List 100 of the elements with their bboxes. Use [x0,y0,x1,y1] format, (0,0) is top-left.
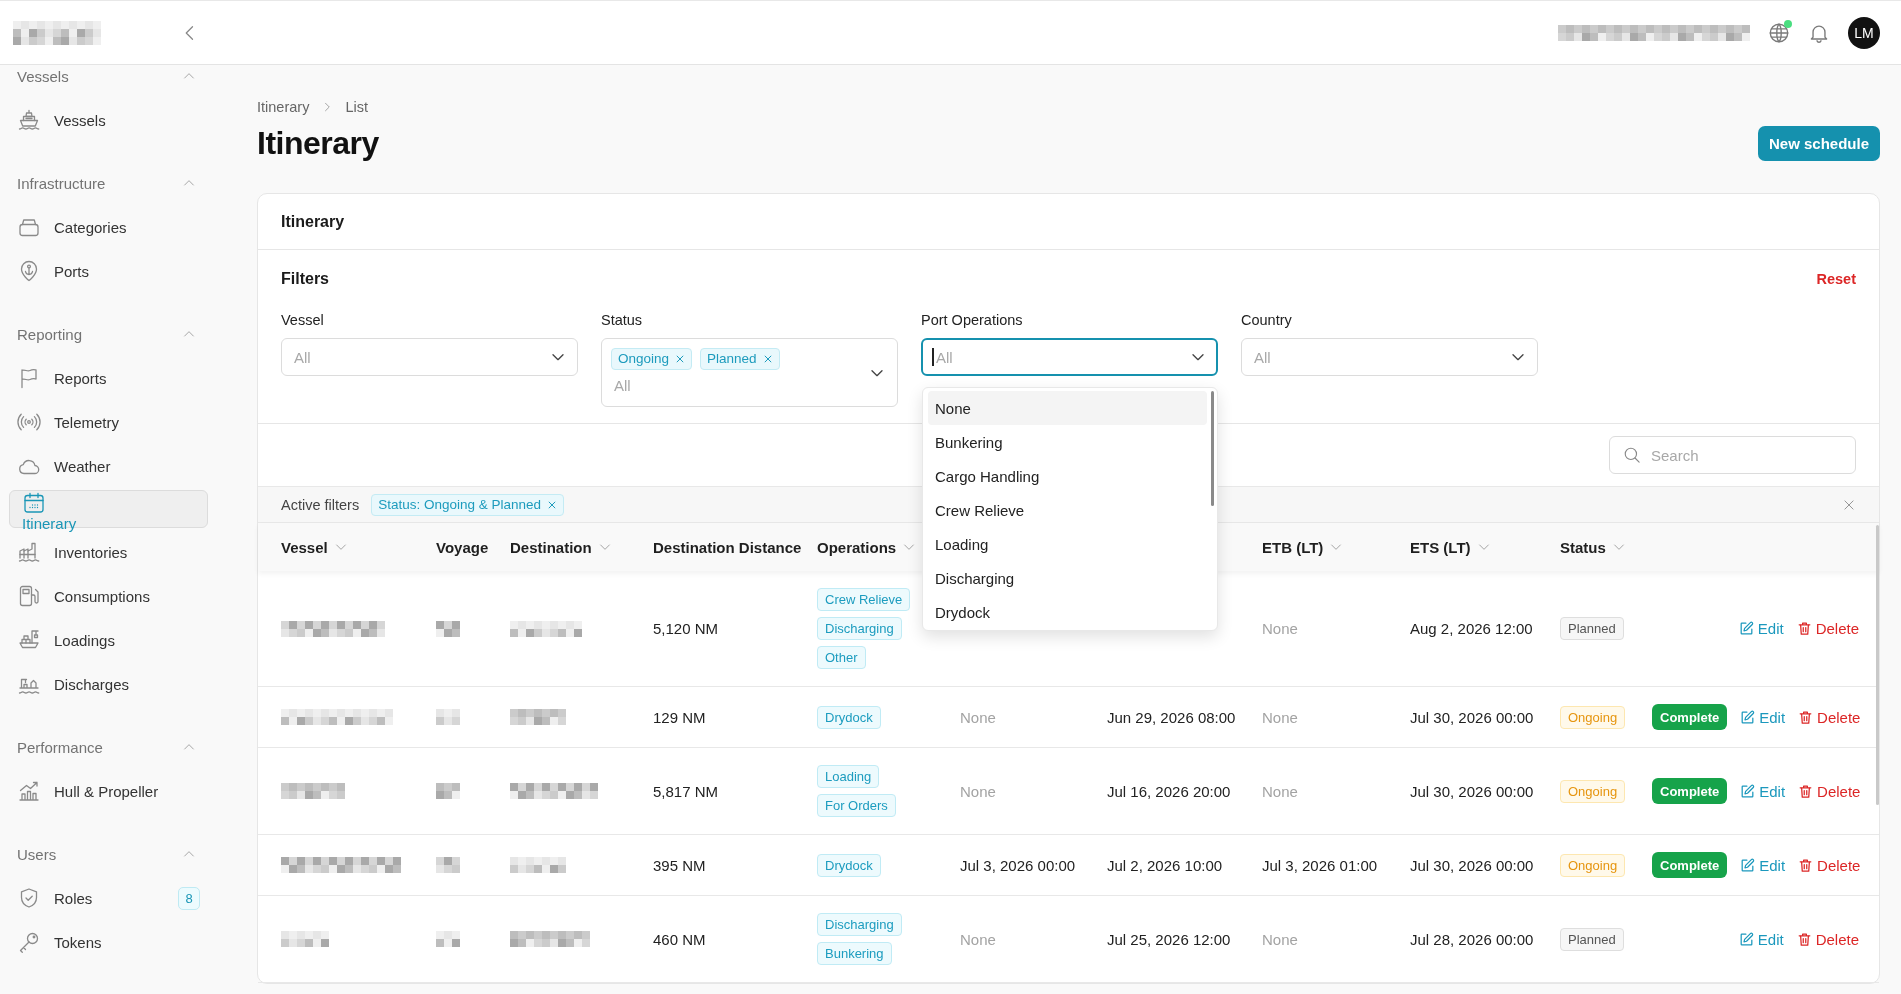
pixelated-placeholder [281,783,345,799]
dropdown-option[interactable]: Bunkering [928,425,1207,459]
table-cell-text: Jul 28, 2026 00:00 [1410,930,1535,948]
delete-button[interactable]: Delete [1796,930,1859,948]
sidebar-item[interactable]: Weather [9,446,208,486]
delete-button[interactable]: Delete [1798,856,1861,874]
table-cell-text: Jul 30, 2026 00:00 [1410,708,1535,726]
sidebar-item[interactable]: Inventories [9,532,208,572]
delete-button[interactable]: Delete [1798,708,1861,726]
sidebar-item[interactable]: Telemetry [9,402,208,442]
sidebar-item[interactable]: Vessels [9,100,208,140]
pixelated-placeholder [436,783,460,799]
item-count: 8 [178,886,200,910]
table-cell-text: 5,817 NM [653,782,720,800]
column-header: Voyage [436,538,489,556]
page-title: Itinerary [257,124,379,163]
pixelated-placeholder [436,709,460,725]
column-header[interactable]: Operations [817,538,917,556]
table-cell-text: Aug 2, 2026 12:00 [1410,620,1534,637]
column-header[interactable]: ETS (LT) [1410,538,1491,556]
user-avatar[interactable]: LM [1848,16,1880,49]
dropdown-option[interactable]: None [928,391,1207,425]
operation-tag: Other [817,646,866,669]
sidebar-section-title: Vessels [17,67,69,85]
trash-icon [1796,621,1812,636]
column-header[interactable]: Vessel [281,538,348,556]
operation-tag: Crew Relieve [817,588,911,611]
trash-icon [1796,931,1812,947]
select-field[interactable]: All [921,338,1218,376]
trash-icon [1798,709,1814,725]
remove-icon[interactable] [547,499,558,510]
breadcrumb-link[interactable]: Itinerary [257,99,310,115]
sidebar-item[interactable]: Reports [9,358,208,398]
dropdown-option[interactable]: Drydock [928,595,1207,629]
delete-button[interactable]: Delete [1796,620,1859,637]
table-cell-text: None [960,782,997,800]
operation-tag: Discharging [817,617,902,640]
calendar-icon [22,491,46,515]
field-label: Port Operations [921,311,1024,330]
edit-icon [1740,783,1756,799]
sidebar-section-title: Performance [17,738,103,756]
table-cell-text: Jul 30, 2026 00:00 [1410,782,1535,800]
table-cell-text: Jul 16, 2026 20:00 [1107,782,1232,800]
sidebar-section-title: Reporting [17,325,83,343]
table-cell-text: Jul 30, 2026 00:00 [1410,856,1535,874]
sidebar-item[interactable]: Discharges [9,664,208,704]
field-label: Vessel [281,311,325,330]
table-cell-text: Jul 2, 2026 10:00 [1107,856,1224,874]
dropdown-option[interactable]: Loading [928,527,1207,561]
sidebar-item[interactable]: Consumptions [9,576,208,616]
status-tag: Ongoing [1560,779,1626,803]
table-cell-text: None [960,930,997,948]
sidebar-section-title: Users [17,845,57,863]
globe-icon[interactable] [1768,21,1790,44]
pixelated-placeholder [510,857,566,873]
pixelated-placeholder [510,620,582,637]
active-filters-label: Active filters [281,496,360,513]
sidebar-item[interactable]: Hull & Propeller [9,771,208,811]
pixelated-placeholder [281,931,329,947]
sidebar-item[interactable]: Loadings [9,620,208,660]
tag-label: Planned [707,351,757,366]
factory-icon [17,540,41,564]
breadcrumb-current: List [345,99,368,115]
ship-icon [17,108,41,132]
column-header[interactable]: ETB (LT) [1262,538,1344,556]
column-header[interactable]: Status [1560,538,1626,556]
dropdown-option[interactable]: Crew Relieve [928,493,1207,527]
operation-tag: Drydock [817,853,881,877]
text-input[interactable]: All [611,373,811,398]
dropdown-option[interactable]: Cargo Handling [928,459,1207,493]
field-label: Status [601,311,644,330]
reset-button[interactable]: Reset [1816,271,1856,287]
search-icon [1623,446,1641,464]
status-tag: Planned [1560,927,1624,951]
key-icon [17,930,41,954]
tag-label: Status: Ongoing & Planned [378,497,542,512]
sidebar-item[interactable]: Tokens [9,922,208,962]
close-icon[interactable] [1842,497,1856,512]
dropdown-option[interactable]: Discharging [928,561,1207,595]
table-cell-text: None [1262,930,1299,948]
dropdown-scrollbar[interactable] [1211,391,1214,506]
new-schedule-button[interactable]: New schedule [1757,125,1880,161]
remove-icon[interactable] [762,353,773,364]
operation-tag: Drydock [817,705,881,729]
sidebar-item[interactable]: Roles 8 [9,878,208,918]
table-scrollbar[interactable] [1876,525,1879,805]
table-cell-text: Jul 3, 2026 00:00 [960,856,1077,874]
status-dot-icon [1784,19,1792,28]
remove-icon[interactable] [675,353,686,364]
bar-chart-icon [17,779,41,803]
delete-button[interactable]: Delete [1798,782,1861,800]
section-title: Filters [281,270,329,288]
sidebar-item[interactable]: Categories [9,207,208,247]
sidebar-section-title: Infrastructure [17,174,106,192]
table-cell-text: 129 NM [653,708,707,726]
sidebar-item[interactable]: Ports [9,251,208,291]
search-field[interactable]: Search [1609,436,1856,474]
column-header[interactable]: Destination [510,538,612,556]
operation-tag: Bunkering [817,942,892,965]
table-cell-text: None [960,708,997,726]
